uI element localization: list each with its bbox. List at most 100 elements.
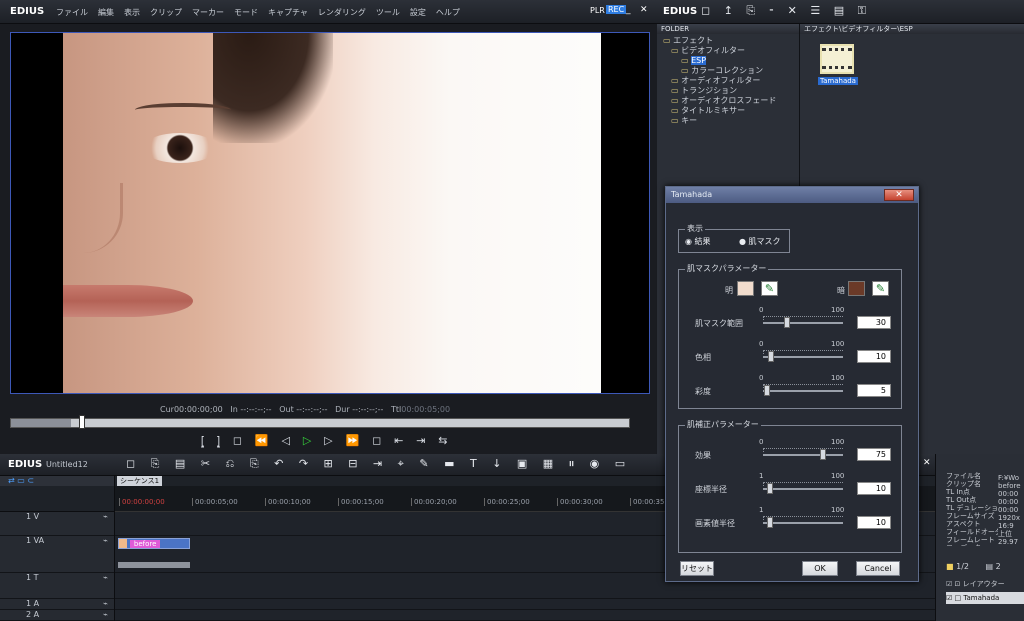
timeline-toolbar-icons[interactable]: ◻ ⎘ ▤ ✂ ⎌ ⎘ ↶ ↷ ⊞ ⊟ ⇥ ⌖ ✎ ▬ T ↓ ▣ ▦ ⏸ ◉ … xyxy=(126,457,631,471)
track-mute-icon[interactable]: ⌁ xyxy=(103,512,108,521)
scrub-handle[interactable] xyxy=(79,415,85,429)
menu-item-7[interactable]: レンダリング xyxy=(318,7,366,18)
audio-clip[interactable] xyxy=(118,562,190,568)
track-mute-icon[interactable]: ⌁ xyxy=(103,536,108,545)
menu-item-10[interactable]: ヘルプ xyxy=(436,7,460,18)
loop-icon[interactable]: ◻ xyxy=(372,434,381,447)
param-value-field[interactable]: 30 xyxy=(857,316,891,329)
info-close-icon[interactable]: ✕ xyxy=(923,458,931,468)
param-slider[interactable] xyxy=(763,483,843,494)
sequence-tab[interactable]: シーケンス1 xyxy=(117,476,163,486)
track-header[interactable]: 2 A ⌁ xyxy=(0,610,114,621)
track-tools[interactable]: ⇄ ▭ ⊂ xyxy=(0,476,114,486)
play-icon[interactable]: ▷ xyxy=(303,434,311,447)
folder-item[interactable]: ▭ タイトルミキサー xyxy=(659,106,799,116)
effect-name[interactable]: Tamahada xyxy=(818,77,858,85)
fast-forward-icon[interactable]: ⏩ xyxy=(346,434,360,447)
replace-icon[interactable]: ⇆ xyxy=(438,434,447,447)
folder-icon: ▭ xyxy=(671,76,682,85)
menu-item-6[interactable]: キャプチャ xyxy=(268,7,308,18)
scale-min: 0 xyxy=(759,340,764,348)
param-value-field[interactable]: 10 xyxy=(857,350,891,363)
param-value-field[interactable]: 75 xyxy=(857,448,891,461)
minimize-icon[interactable]: _ xyxy=(626,5,631,15)
param-label: 効果 xyxy=(695,451,711,460)
plr-button[interactable]: PLR xyxy=(590,6,605,15)
eyedropper-light-icon[interactable]: ✎ xyxy=(761,281,778,296)
layer-item-layouter[interactable]: ☑ ⊡ レイアウター xyxy=(946,578,1024,590)
dialog-close-button[interactable]: ✕ xyxy=(884,189,914,201)
menu-item-3[interactable]: クリップ xyxy=(150,7,182,18)
param-slider[interactable] xyxy=(763,517,843,528)
cancel-button[interactable]: Cancel xyxy=(856,561,900,576)
step-forward-icon[interactable]: ▷ xyxy=(324,434,332,447)
video-preview[interactable] xyxy=(10,32,650,394)
track-mute-icon[interactable]: ⌁ xyxy=(103,610,108,619)
light-color-swatch[interactable] xyxy=(737,281,754,296)
folder-item[interactable]: ▭ ビデオフィルター xyxy=(659,46,799,56)
rewind-icon[interactable]: ⏪ xyxy=(255,434,269,447)
track-header[interactable]: 1 V ⌁ xyxy=(0,512,114,536)
folder-item[interactable]: ▭ オーディオクロスフェード xyxy=(659,96,799,106)
track-mute-icon[interactable]: ⌁ xyxy=(103,573,108,582)
folder-item[interactable]: ▭ エフェクト xyxy=(659,36,799,46)
slider-knob[interactable] xyxy=(767,517,774,528)
menu-item-8[interactable]: ツール xyxy=(376,7,400,18)
folder-item[interactable]: ▭ オーディオフィルター xyxy=(659,76,799,86)
track-header[interactable]: 1 VA ⌁ xyxy=(0,536,114,573)
close-icon[interactable]: ✕ xyxy=(640,5,648,15)
folder-item[interactable]: ▭ ESP xyxy=(659,56,799,66)
param-label: 画素値半径 xyxy=(695,519,735,528)
menu-item-0[interactable]: ファイル xyxy=(56,7,88,18)
ok-button[interactable]: OK xyxy=(802,561,838,576)
property-row: ファイル名 F:¥Wo xyxy=(946,472,1020,482)
param-value-field[interactable]: 10 xyxy=(857,516,891,529)
track-header[interactable]: 1 T ⌁ xyxy=(0,573,114,599)
menu-item-1[interactable]: 編集 xyxy=(98,7,114,18)
track-2a[interactable] xyxy=(115,610,935,621)
folder-label: トランジション xyxy=(681,86,738,95)
step-back-icon[interactable]: ◁ xyxy=(281,434,289,447)
scale-max: 100 xyxy=(831,438,845,446)
folder-icon: ▭ xyxy=(671,96,682,105)
folder-item[interactable]: ▭ トランジション xyxy=(659,86,799,96)
radio-result[interactable]: ◉ 結果 xyxy=(685,236,711,247)
slider-knob[interactable] xyxy=(820,449,826,460)
param-slider[interactable] xyxy=(763,449,843,460)
radio-skin-mask[interactable]: ● 肌マスク xyxy=(739,236,781,247)
track-mute-icon[interactable]: ⌁ xyxy=(103,599,108,608)
slider-knob[interactable] xyxy=(767,483,774,494)
overwrite-icon[interactable]: ⇥ xyxy=(416,434,425,447)
param-slider[interactable] xyxy=(763,351,843,362)
stop-icon[interactable]: ◻ xyxy=(233,434,242,447)
layer-item-tamahada[interactable]: ☑ □ Tamahada xyxy=(946,592,1024,604)
bin-toolbar-icons[interactable]: ◻ ↥ ⎘ ⁃ ✕ ☰ ▤ ⚿ xyxy=(701,4,871,18)
reset-button[interactable]: リセット xyxy=(680,561,714,576)
param-slider[interactable] xyxy=(763,385,843,396)
effect-thumbnail[interactable] xyxy=(820,44,854,74)
folder-item[interactable]: ▭ カラーコレクション xyxy=(659,66,799,76)
scrub-bar[interactable] xyxy=(10,415,630,429)
track-header[interactable]: 1 A ⌁ xyxy=(0,599,114,610)
param-value-field[interactable]: 5 xyxy=(857,384,891,397)
menu-item-2[interactable]: 表示 xyxy=(124,7,140,18)
insert-icon[interactable]: ⇤ xyxy=(394,434,403,447)
param-slider[interactable] xyxy=(763,317,843,328)
folder-item[interactable]: ▭ キー xyxy=(659,116,799,126)
menu-item-4[interactable]: マーカー xyxy=(192,7,224,18)
slider-knob[interactable] xyxy=(784,317,790,328)
rec-button[interactable]: REC xyxy=(606,5,627,14)
ruler-label: 00:00:15;00 xyxy=(338,498,384,506)
track-1a[interactable] xyxy=(115,599,935,610)
slider-knob[interactable] xyxy=(764,385,770,396)
eyedropper-dark-icon[interactable]: ✎ xyxy=(872,281,889,296)
set-in-icon[interactable]: ⦋ xyxy=(201,434,204,448)
slider-knob[interactable] xyxy=(768,351,774,362)
menu-item-9[interactable]: 設定 xyxy=(410,7,426,18)
dark-color-swatch[interactable] xyxy=(848,281,865,296)
slider-ticks xyxy=(763,448,843,452)
param-value-field[interactable]: 10 xyxy=(857,482,891,495)
video-clip[interactable]: before xyxy=(118,538,190,549)
set-out-icon[interactable]: ⦌ xyxy=(217,434,220,448)
menu-item-5[interactable]: モード xyxy=(234,7,258,18)
